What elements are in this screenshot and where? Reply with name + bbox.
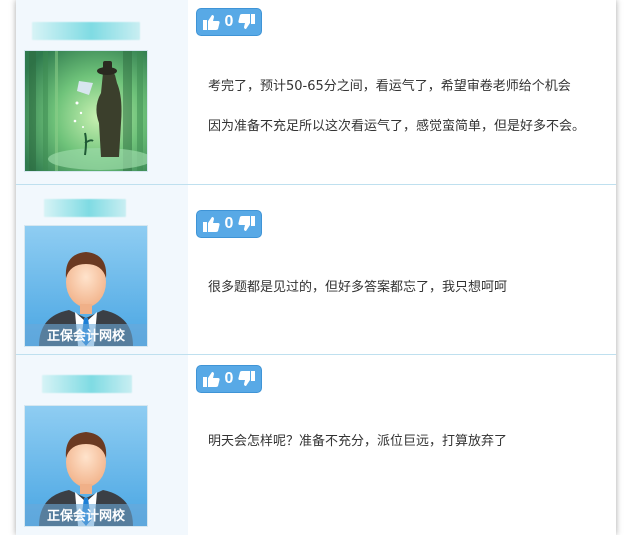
comment-text: 明天会怎样呢？准备不充分，派位巨远，打算放弃了 (208, 434, 508, 449)
vote-bar: 0 (196, 365, 262, 393)
vote-bar: 0 (196, 210, 262, 238)
username-blurred[interactable] (32, 22, 140, 40)
user-column: 正保会计网校 (16, 355, 188, 535)
forest-illustration (25, 51, 147, 171)
vote-bar: 0 (196, 8, 262, 36)
avatar-caption: 正保会计网校 (47, 508, 126, 524)
comment-text: 因为准备不充足所以这次看运气了，感觉蛮简单，但是好多不会。 (208, 119, 586, 134)
user-column: 正保会计网校 (16, 185, 188, 354)
default-avatar-image: 正保会计网校 (25, 406, 147, 526)
username-blurred[interactable] (44, 199, 126, 217)
comment-text: 很多题都是见过的，但好多答案都忘了，我只想呵呵 (208, 280, 508, 295)
user-column (16, 0, 188, 184)
comment-list: 0 考完了，预计50-65分之间，看运气了，希望审卷老师给个机会 因为准备不充足… (16, 0, 616, 535)
avatar[interactable]: 正保会计网校 (24, 225, 148, 347)
thumbs-up-icon[interactable] (202, 13, 220, 31)
avatar-caption: 正保会计网校 (47, 328, 126, 344)
comment-item: 0 考完了，预计50-65分之间，看运气了，希望审卷老师给个机会 因为准备不充足… (16, 0, 616, 185)
avatar[interactable] (24, 50, 148, 172)
comment-item: 正保会计网校 0 很多题都是见过的，但好多答案都忘了，我只想呵呵 (16, 185, 616, 355)
comment-text: 考完了，预计50-65分之间，看运气了，希望审卷老师给个机会 (208, 79, 571, 94)
like-count: 0 (224, 370, 234, 387)
thumbs-up-icon[interactable] (202, 215, 220, 233)
avatar[interactable]: 正保会计网校 (24, 405, 148, 527)
thumbs-down-icon[interactable] (238, 215, 256, 233)
like-count: 0 (224, 215, 234, 232)
like-count: 0 (224, 13, 234, 30)
thumbs-up-icon[interactable] (202, 370, 220, 388)
comment-item: 正保会计网校 0 明天会怎样呢？准备不充分，派位巨远，打算放弃了 (16, 355, 616, 535)
thumbs-down-icon[interactable] (238, 370, 256, 388)
username-blurred[interactable] (42, 375, 132, 393)
default-avatar-image: 正保会计网校 (25, 226, 147, 346)
thumbs-down-icon[interactable] (238, 13, 256, 31)
